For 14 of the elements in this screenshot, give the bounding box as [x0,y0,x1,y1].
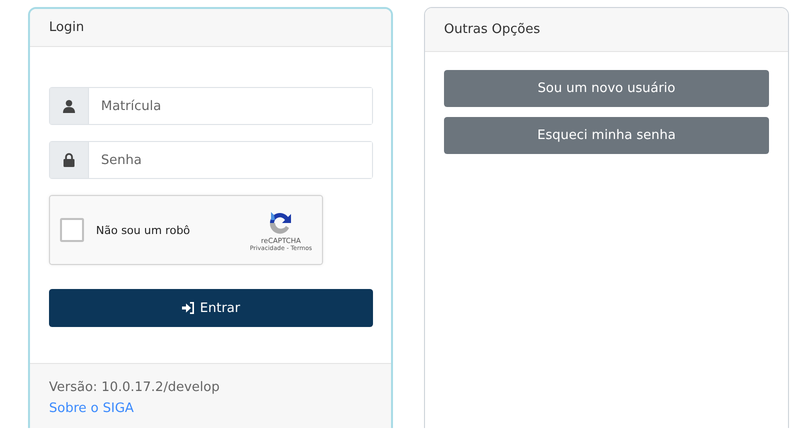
card-title: Outras Opções [444,22,540,37]
sign-in-icon [182,302,195,314]
option-button[interactable]: Esqueci minha senha [444,117,769,154]
input-field[interactable]: Matrícula [49,87,373,125]
about-link[interactable]: Sobre o SIGA [49,401,134,416]
lock-icon [63,153,75,167]
user-icon [63,100,75,112]
version-text: Versão: 10.0.17.2/develop [49,380,221,395]
input-field[interactable]: Senha [49,141,373,179]
card-title: Login [49,20,84,35]
option-button[interactable]: Sou um novo usuário [444,70,769,107]
login-button[interactable]: Entrar [49,289,373,327]
checkbox[interactable] [60,218,84,242]
checkbox-label: Não sou um robô [96,224,192,236]
